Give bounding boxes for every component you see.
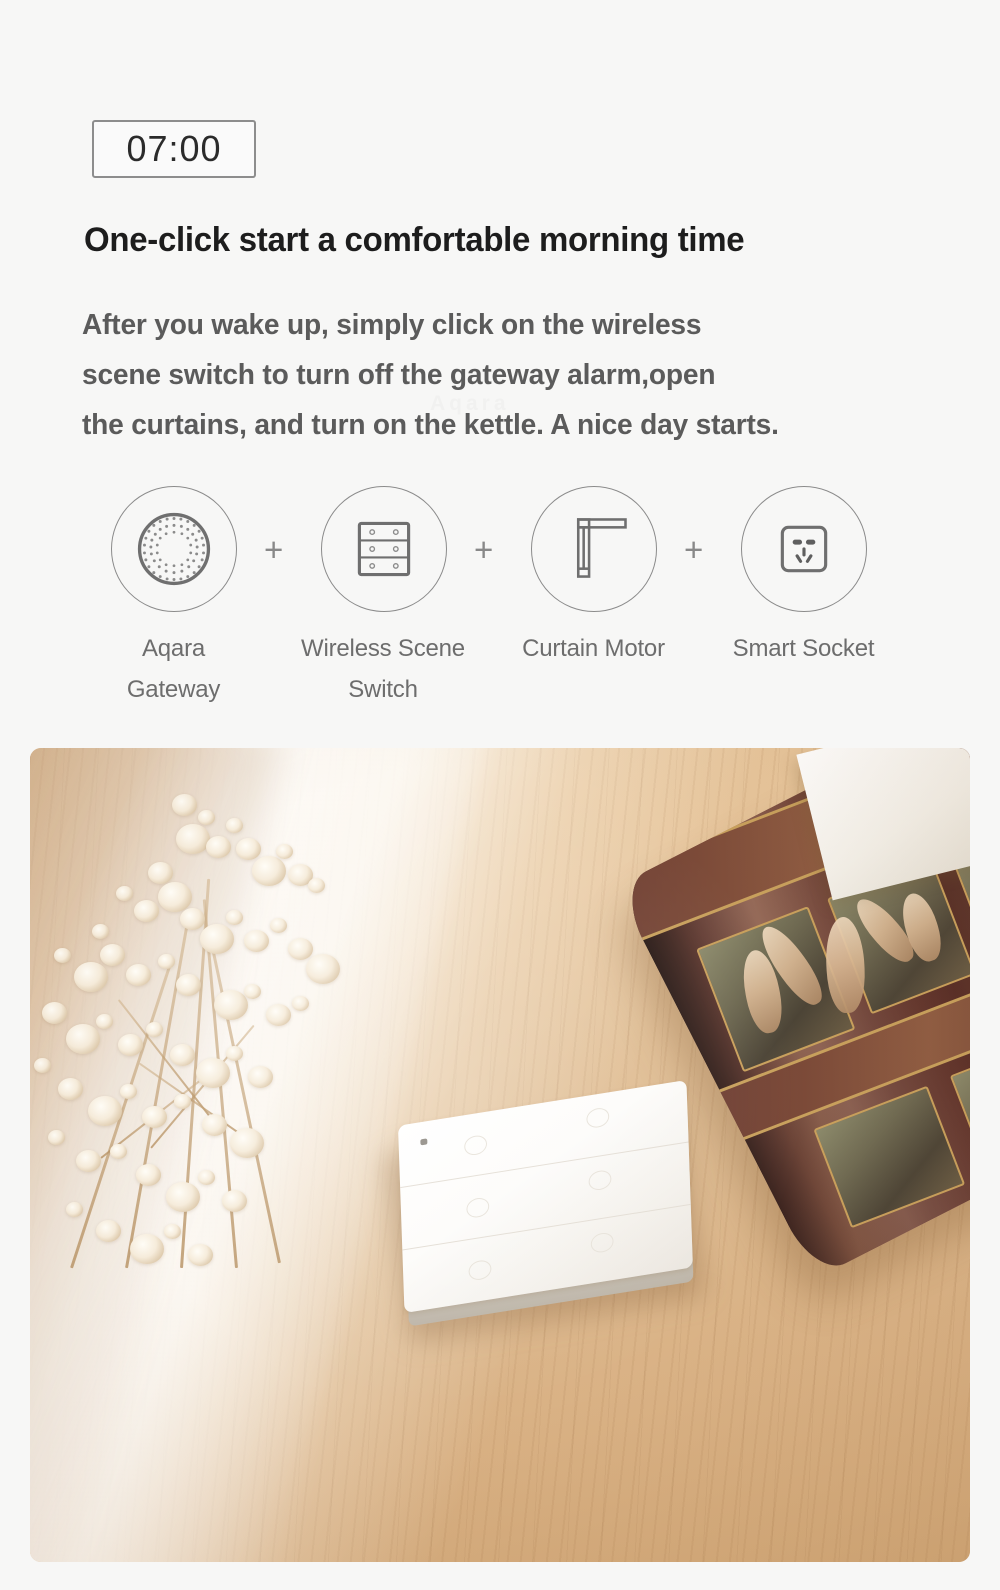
device-label-line-1: Smart Socket <box>732 635 875 662</box>
body-paragraph: After you wake up, simply click on the w… <box>82 300 936 450</box>
device-button <box>588 1168 612 1192</box>
gateway-icon <box>110 486 237 612</box>
device-label-curtain-motor: Curtain Motor <box>519 628 669 669</box>
device-label-gateway: Aqara Gateway <box>114 628 234 710</box>
wireless-scene-switch-device <box>383 1079 706 1347</box>
body-line-1: After you wake up, simply click on the w… <box>82 309 702 341</box>
wireless-scene-switch-icon <box>320 486 447 612</box>
curtain-motor-icon <box>530 486 657 612</box>
dried-flowers <box>30 758 360 1278</box>
product-photo <box>30 748 970 1562</box>
plus-separator: + <box>684 531 704 568</box>
plus-separator: + <box>264 531 284 568</box>
page-title: One-click start a comfortable morning ti… <box>84 221 745 259</box>
device-button <box>590 1231 614 1255</box>
plus-separator: + <box>474 531 494 568</box>
device-label-line-1: Curtain Motor <box>522 635 665 662</box>
device-button <box>586 1106 610 1130</box>
device-label-line-2: Switch <box>348 676 418 703</box>
device-label-scene-switch: Wireless Scene Switch <box>268 628 498 710</box>
device-item-curtain-motor: Curtain Motor <box>506 486 681 669</box>
device-item-smart-socket: Smart Socket <box>716 486 891 669</box>
device-list: Aqara Gateway Wireless Scene Switch Curt… <box>86 486 916 716</box>
device-button <box>466 1196 490 1220</box>
time-badge-value: 07:00 <box>126 128 222 169</box>
watermark-text: Aqara <box>430 392 510 415</box>
device-label-line-1: Aqara <box>141 635 206 662</box>
led-indicator <box>420 1138 428 1146</box>
promo-page: 07:00 One-click start a comfortable morn… <box>0 0 1000 1590</box>
device-button <box>463 1133 488 1157</box>
device-item-scene-switch: Wireless Scene Switch <box>296 486 471 710</box>
device-label-smart-socket: Smart Socket <box>729 628 879 669</box>
device-label-line-2: Gateway <box>126 676 221 703</box>
device-item-gateway: Aqara Gateway <box>86 486 261 710</box>
device-button <box>468 1258 492 1282</box>
smart-socket-icon <box>740 486 867 612</box>
time-badge: 07:00 <box>92 120 256 178</box>
device-label-line-1: Wireless Scene <box>301 635 465 662</box>
